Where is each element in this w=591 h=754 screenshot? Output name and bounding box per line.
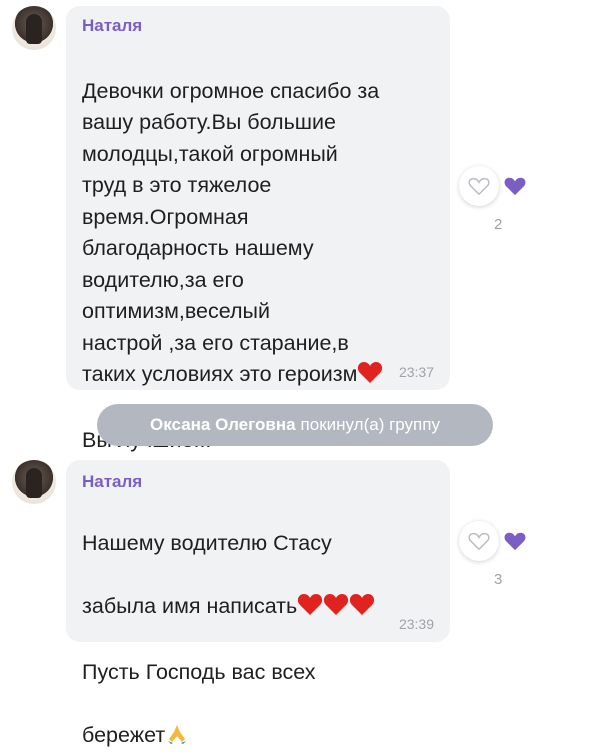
heart-filled-icon[interactable] [499, 525, 531, 557]
heart-outline-icon[interactable] [459, 166, 499, 206]
message-text-main: Девочки огромное спасибо за вашу работу.… [82, 79, 379, 387]
message-time: 23:39 [399, 616, 434, 632]
message-bubble[interactable]: Наталя Девочки огромное спасибо за вашу … [66, 6, 450, 390]
sender-avatar[interactable] [12, 6, 56, 50]
sender-avatar[interactable] [12, 460, 56, 504]
message-line: Нашему водителю Стасу [82, 531, 332, 555]
reaction-count: 3 [494, 571, 502, 588]
message-text: Нашему водителю Стасу забыла имя написат… [82, 496, 442, 754]
pray-emoji-icon [165, 721, 189, 754]
heart-outline-icon[interactable] [459, 521, 499, 561]
heart-filled-icon[interactable] [499, 170, 531, 202]
reaction-group[interactable] [459, 521, 521, 561]
sender-name[interactable]: Наталя [82, 472, 142, 492]
message-line: Пусть Господь вас всех [82, 660, 316, 684]
reaction-group[interactable] [459, 166, 521, 206]
red-heart-emoji-icon [297, 592, 323, 626]
message-time: 23:37 [399, 364, 434, 380]
message-text: Девочки огромное спасибо за вашу работу.… [82, 44, 442, 457]
red-heart-emoji-icon [323, 592, 349, 626]
reaction-count: 2 [494, 216, 502, 233]
message-line: забыла имя написать [82, 594, 297, 618]
system-notice: Оксана Олеговна покинул(а) группу [97, 404, 493, 446]
red-heart-emoji-icon [357, 360, 383, 394]
system-notice-name[interactable]: Оксана Олеговна [150, 415, 296, 435]
sender-name[interactable]: Наталя [82, 16, 142, 36]
message-bubble[interactable]: Наталя Нашему водителю Стасу забыла имя … [66, 460, 450, 642]
red-heart-emoji-icon [349, 592, 375, 626]
message-line: бережет [82, 723, 165, 747]
system-notice-action: покинул(а) группу [301, 415, 440, 435]
